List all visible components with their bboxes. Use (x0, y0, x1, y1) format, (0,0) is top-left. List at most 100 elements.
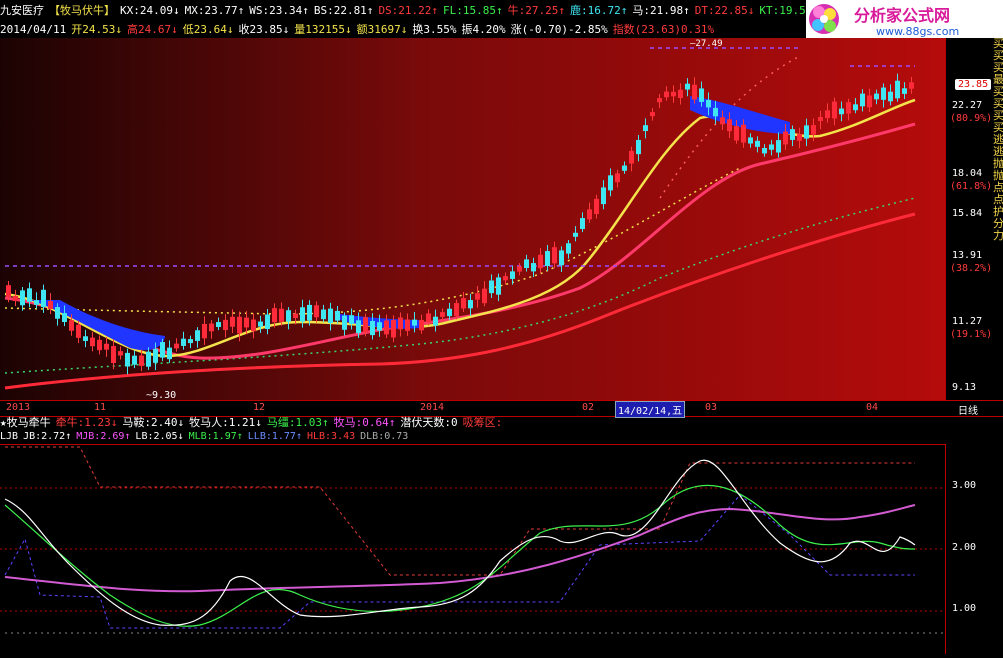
candle-body (496, 277, 501, 295)
mumaren-value: 牧马人:1.21↓ (189, 416, 262, 429)
mx-value: MX:23.77↑ (184, 4, 245, 17)
candle-body (90, 337, 95, 347)
candle-body (510, 271, 515, 279)
indicator-chart-panel[interactable] (0, 444, 945, 655)
candle-body (615, 173, 620, 183)
indicator-tick-2: 2.00 (952, 542, 977, 553)
index-value: (23.63)0.31% (634, 23, 715, 36)
candle-body (468, 300, 473, 309)
candle-body (685, 83, 690, 90)
candle-body (587, 209, 592, 220)
candle-body (125, 352, 130, 367)
candle-body (678, 89, 683, 98)
logo-url: www.88gs.com (876, 25, 959, 38)
candle-body (55, 307, 60, 319)
candle-body (104, 343, 109, 350)
candle-body (398, 317, 403, 330)
candle-body (370, 320, 375, 336)
candle-body (160, 342, 165, 358)
candle-body (244, 317, 249, 328)
candle-body (783, 131, 788, 145)
indicator-tick-1: 1.00 (952, 603, 977, 614)
candle-body (741, 124, 746, 143)
mlb-line (4, 484, 916, 627)
candle-body (384, 320, 389, 335)
candle-body (552, 247, 557, 264)
candle-body (608, 175, 613, 191)
candle-body (6, 285, 11, 298)
candle-body (720, 117, 725, 125)
candlestick-chart-panel[interactable]: —27.49 ~9.30 (0, 38, 945, 401)
candle-body (349, 315, 354, 325)
candle-body (251, 319, 256, 332)
candle-body (363, 317, 368, 333)
jb-line (4, 459, 916, 626)
candle-body (209, 323, 214, 332)
indicator-axis: 3.00 2.00 1.00 (945, 444, 1003, 654)
candle-body (769, 144, 774, 150)
turnover-value: 换3.55% (412, 23, 457, 36)
candle-body (839, 108, 844, 115)
candle-body (447, 308, 452, 317)
candle-body (20, 290, 25, 306)
date-label-2014: 2014 (420, 402, 445, 413)
candle-body (895, 80, 900, 99)
bs-value: BS:22.81↑ (313, 4, 374, 17)
candle-body (202, 323, 207, 339)
niu-value: 牛:27.25↑ (507, 4, 566, 17)
candle-body (657, 98, 662, 103)
lb-value: LB:2.05↓ (135, 431, 184, 442)
candle-body (454, 303, 459, 317)
candle-body (475, 293, 480, 300)
candle-body (643, 125, 648, 132)
period-label[interactable]: 日线 (958, 402, 978, 417)
date-label-03: 03 (705, 402, 718, 413)
candle-body (433, 316, 438, 326)
candlestick-chart[interactable]: —27.49 ~9.30 (0, 38, 945, 401)
date-label-02: 02 (582, 402, 595, 413)
open-value: 开24.53↓ (71, 23, 122, 36)
candle-body (76, 324, 81, 338)
candle-body (874, 93, 879, 100)
fl-value: FL:15.85↑ (443, 4, 503, 17)
candle-body (881, 87, 886, 100)
candle-body (692, 84, 697, 100)
candle-body (167, 347, 172, 360)
candle-body (867, 95, 872, 108)
candle-body (804, 125, 809, 139)
candle-body (517, 266, 522, 272)
amount-value: 额31697↓ (356, 23, 408, 36)
xichou-label: 吸筹区: (462, 416, 503, 429)
candle-body (594, 198, 599, 215)
candle-body (713, 107, 718, 117)
candle-body (776, 140, 781, 153)
dt-value: DT:22.85↓ (694, 4, 755, 17)
candle-body (762, 147, 767, 154)
candle-body (195, 330, 200, 341)
candle-body (461, 298, 466, 309)
indicator-title-row: ★牧马牵牛 牵牛:1.23↓ 马鞍:2.40↓ 牧马人:1.21↓ 马缰:1.03↑ 牧马… (0, 415, 945, 430)
amplitude-value: 振4.20% (461, 23, 506, 36)
price-tick-percent: (38.2%) (950, 263, 993, 274)
change-value: 涨(-0.70)-2.85% (510, 23, 608, 36)
candle-body (62, 313, 67, 322)
candle-body (174, 343, 179, 349)
candle-body (27, 288, 32, 302)
header-row-2: 2014/04/11 开24.53↓ 高24.67↓ 低23.64↓ 收23.85↓ 量1… (0, 22, 800, 38)
candle-body (860, 93, 865, 107)
candle-body (832, 101, 837, 119)
date-label-11: 11 (94, 402, 107, 413)
site-logo[interactable]: 分析家公式网 www.88gs.com (806, 0, 1003, 38)
candle-body (132, 355, 137, 365)
indicator-chart[interactable] (0, 445, 945, 655)
candle-body (328, 308, 333, 323)
current-price-tag: 23.85 (955, 79, 992, 90)
candle-body (258, 321, 263, 327)
candle-body (650, 112, 655, 117)
flower-icon (809, 4, 839, 34)
high-value: 高24.67↓ (126, 23, 178, 36)
candle-body (69, 320, 74, 331)
indicator-name[interactable]: ★牧马牵牛 (0, 416, 51, 429)
candle-body (559, 250, 564, 266)
candle-body (811, 125, 816, 135)
